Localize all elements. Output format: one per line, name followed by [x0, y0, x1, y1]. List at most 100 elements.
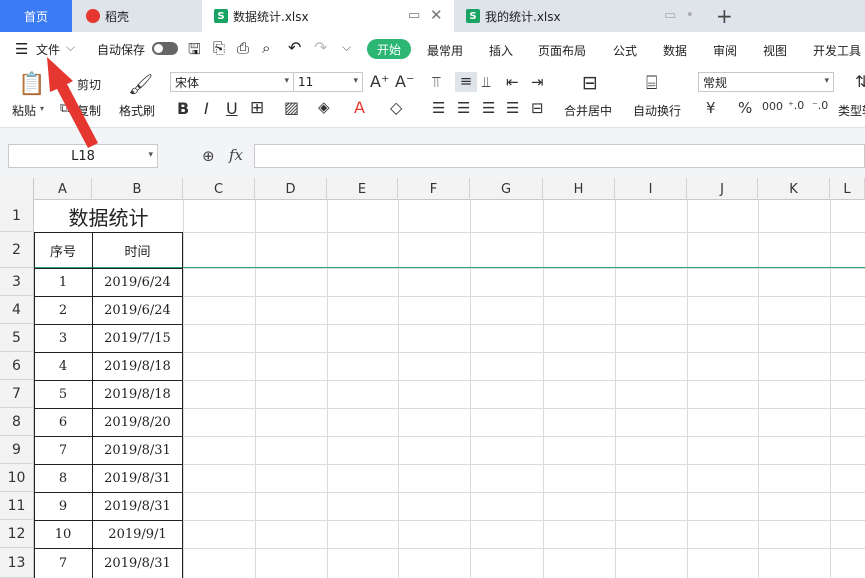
tab-review[interactable]: 审阅 — [713, 42, 737, 59]
cut-button[interactable]: 剪切 — [77, 76, 101, 93]
column-header-j[interactable]: J — [687, 178, 758, 200]
align-right-icon[interactable]: ☰ — [482, 99, 495, 117]
table-cell-seq[interactable]: 10 — [34, 520, 92, 548]
table-cell-seq[interactable]: 5 — [34, 380, 92, 408]
formula-input[interactable] — [254, 144, 865, 168]
column-header-b[interactable]: B — [92, 178, 183, 200]
chevron-down-icon[interactable]: ⌵ — [66, 40, 75, 55]
row-header-1[interactable]: 1 — [0, 200, 34, 232]
more-icon[interactable]: ⌵ — [342, 40, 351, 55]
copy-icon[interactable]: ⧉ — [60, 101, 69, 116]
row-header-5[interactable]: 5 — [0, 324, 34, 352]
tab-formulas[interactable]: 公式 — [613, 42, 637, 59]
tab-developer[interactable]: 开发工具 — [813, 42, 861, 59]
table-cell-date[interactable]: 2019/9/1 — [92, 520, 183, 548]
table-cell-seq[interactable]: 9 — [34, 492, 92, 520]
row-header-11[interactable]: 11 — [0, 492, 34, 520]
font-name-select[interactable]: 宋体 ▾ — [170, 72, 294, 92]
table-cell-seq[interactable]: 6 — [34, 408, 92, 436]
chevron-down-icon[interactable]: ▾ — [148, 150, 153, 160]
wrap-text-icon[interactable]: ⌸ — [646, 72, 657, 94]
zoom-icon[interactable]: ⊕ — [202, 147, 215, 165]
table-cell-seq[interactable]: 1 — [34, 268, 92, 296]
file-menu[interactable]: 文件 — [36, 41, 60, 58]
percent-icon[interactable]: % — [738, 99, 752, 117]
tab-other-file[interactable]: S 我的统计.xlsx ▭ • — [456, 0, 706, 32]
decrease-indent-icon[interactable]: ⇤ — [506, 73, 519, 91]
name-box[interactable]: L18 ▾ — [8, 144, 158, 168]
table-cell-date[interactable]: 2019/6/24 — [92, 268, 183, 296]
merge-center-icon[interactable]: ⊟ — [582, 72, 598, 94]
table-cell-date[interactable]: 2019/6/24 — [92, 296, 183, 324]
paste-icon[interactable]: 📋 — [18, 72, 45, 97]
row-header-13[interactable]: 13 — [0, 548, 34, 578]
sheet-title-cell[interactable]: 数据统计 — [34, 200, 183, 232]
justify-icon[interactable]: ☰ — [506, 99, 519, 117]
print-preview-icon[interactable]: ⌕ — [262, 39, 270, 57]
undo-icon[interactable]: ↶ — [288, 38, 301, 57]
align-left-icon[interactable]: ☰ — [432, 99, 445, 117]
thousands-icon[interactable]: 000 — [762, 100, 783, 113]
table-cell-seq[interactable]: 3 — [34, 324, 92, 352]
new-tab-button[interactable]: + — [716, 4, 733, 28]
table-cell-seq[interactable]: 2 — [34, 296, 92, 324]
tab-page-layout[interactable]: 页面布局 — [538, 42, 586, 59]
increase-font-icon[interactable]: A⁺ — [370, 72, 389, 91]
paste-button[interactable]: 粘贴 — [12, 102, 36, 119]
type-convert-button[interactable]: 类型转 — [838, 102, 865, 119]
align-top-icon[interactable]: ⫪ — [432, 73, 440, 91]
font-color-icon[interactable]: A — [354, 98, 365, 117]
currency-icon[interactable]: ¥ — [706, 99, 716, 117]
column-header-l[interactable]: L — [830, 178, 865, 200]
table-cell-seq[interactable]: 4 — [34, 352, 92, 380]
redo-icon[interactable]: ↷ — [314, 38, 327, 57]
decrease-decimal-icon[interactable]: ⁻.0 — [812, 99, 828, 112]
print-icon[interactable]: ⎙ — [237, 39, 249, 57]
increase-indent-icon[interactable]: ⇥ — [531, 73, 544, 91]
italic-icon[interactable]: I — [204, 99, 209, 118]
header-cell-time[interactable]: 时间 — [92, 232, 183, 268]
tab-insert[interactable]: 插入 — [489, 42, 513, 59]
table-cell-date[interactable]: 2019/8/31 — [92, 464, 183, 492]
table-cell-date[interactable]: 2019/8/31 — [92, 492, 183, 520]
table-cell-date[interactable]: 2019/8/31 — [92, 436, 183, 464]
table-cell-seq[interactable]: 7 — [34, 548, 92, 578]
monitor-icon[interactable]: ▭ — [664, 8, 676, 23]
close-tab-icon[interactable]: ✕ — [430, 6, 443, 24]
hamburger-icon[interactable]: ☰ — [15, 40, 28, 58]
export-pdf-icon[interactable]: ⎘ — [213, 39, 225, 57]
column-header-i[interactable]: I — [615, 178, 687, 200]
column-header-h[interactable]: H — [543, 178, 615, 200]
tab-active-file[interactable]: S 数据统计.xlsx ▭ ✕ — [202, 0, 454, 32]
select-all-corner[interactable] — [0, 178, 34, 200]
format-painter-button[interactable]: 格式刷 — [119, 102, 155, 119]
align-middle-icon[interactable]: ≡ — [455, 72, 477, 92]
row-header-6[interactable]: 6 — [0, 352, 34, 380]
table-cell-date[interactable]: 2019/8/31 — [92, 548, 183, 578]
header-cell-seq[interactable]: 序号 — [34, 232, 92, 268]
tab-view[interactable]: 视图 — [763, 42, 787, 59]
table-cell-date[interactable]: 2019/8/20 — [92, 408, 183, 436]
merge-center-button[interactable]: 合并居中 — [564, 102, 612, 119]
tab-data[interactable]: 数据 — [663, 42, 687, 59]
number-format-select[interactable]: 常规 ▾ — [698, 72, 834, 92]
font-size-select[interactable]: 11 ▾ — [293, 72, 363, 92]
tab-daoke[interactable]: 稻壳 — [74, 0, 198, 32]
chevron-down-icon[interactable]: ▾ — [40, 104, 44, 113]
row-header-3[interactable]: 3 — [0, 268, 34, 296]
row-header-12[interactable]: 12 — [0, 520, 34, 548]
row-header-7[interactable]: 7 — [0, 380, 34, 408]
row-header-10[interactable]: 10 — [0, 464, 34, 492]
table-cell-date[interactable]: 2019/8/18 — [92, 352, 183, 380]
increase-decimal-icon[interactable]: ⁺.0 — [788, 99, 804, 112]
row-header-4[interactable]: 4 — [0, 296, 34, 324]
column-header-g[interactable]: G — [470, 178, 543, 200]
column-header-a[interactable]: A — [34, 178, 92, 200]
column-header-d[interactable]: D — [255, 178, 327, 200]
underline-icon[interactable]: U — [226, 99, 238, 118]
clear-format-icon[interactable]: ◇ — [390, 98, 402, 117]
row-header-8[interactable]: 8 — [0, 408, 34, 436]
border-icon[interactable]: ⊞ — [250, 98, 264, 118]
type-convert-icon[interactable]: ⇅ — [855, 72, 865, 91]
table-cell-seq[interactable]: 8 — [34, 464, 92, 492]
